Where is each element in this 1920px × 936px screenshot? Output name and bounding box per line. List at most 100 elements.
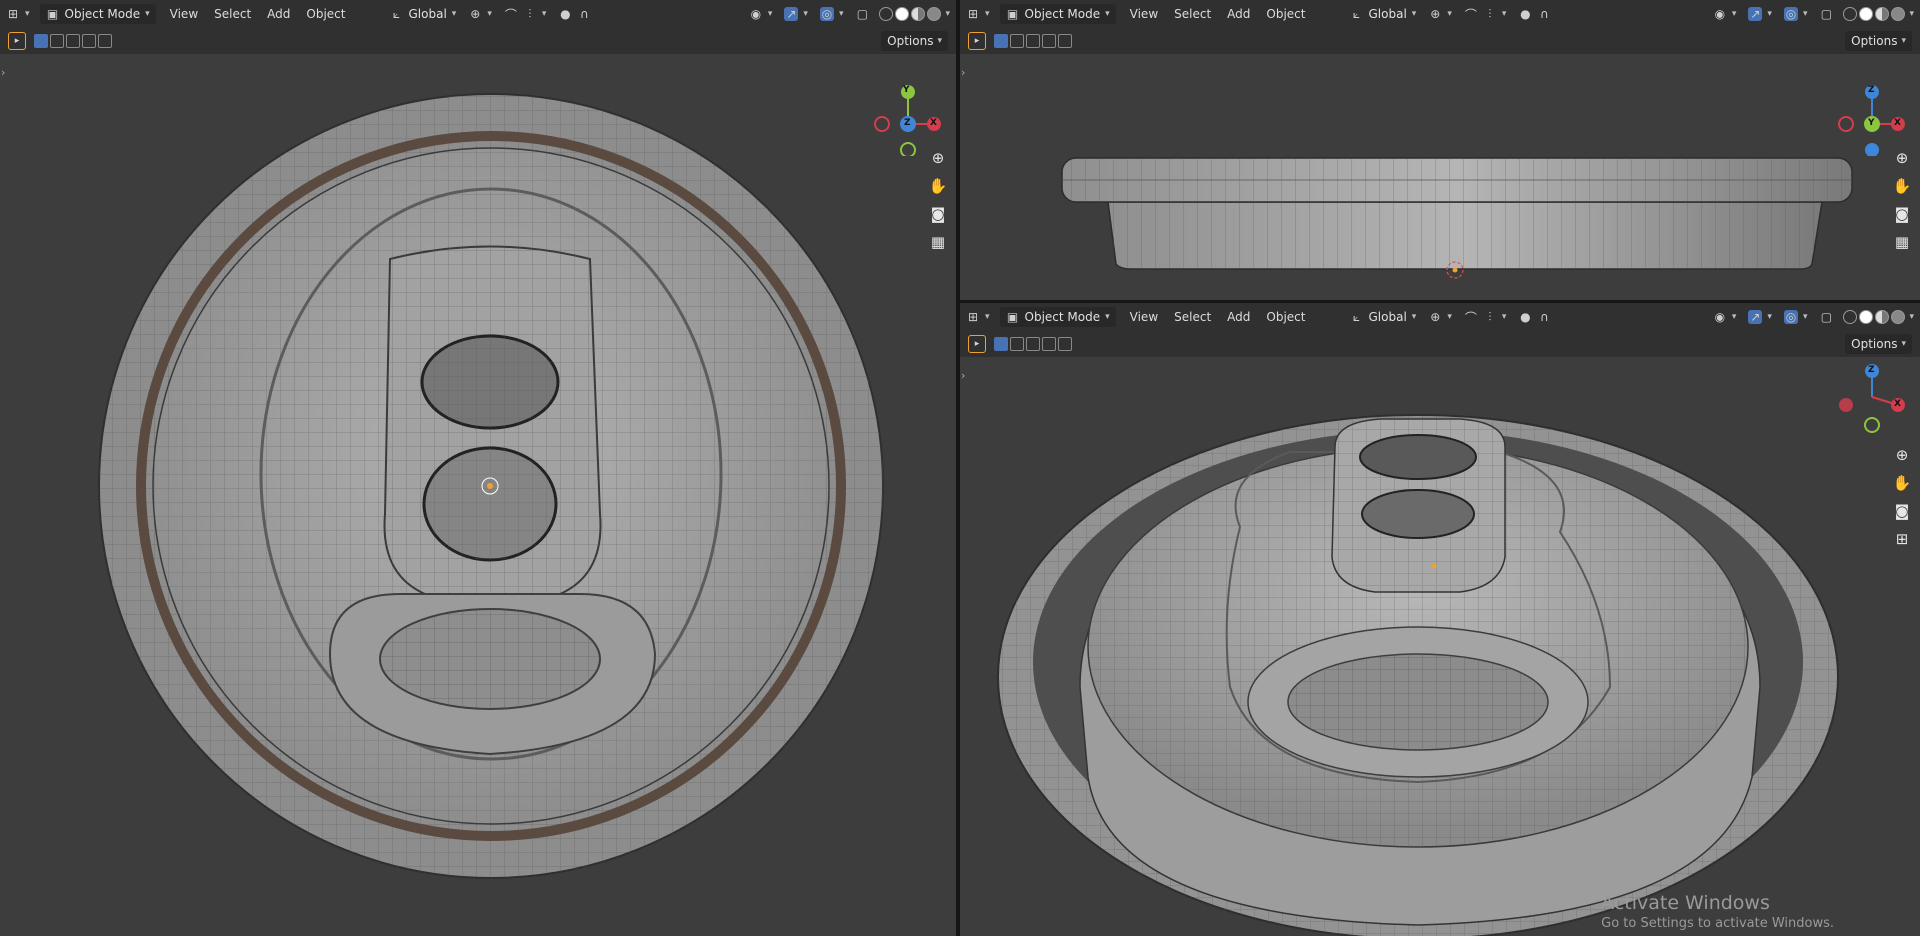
visibility-button[interactable]: ◉ ▾ bbox=[1707, 307, 1743, 327]
snap-button[interactable]: ⌒ ⫶ ▾ bbox=[498, 4, 553, 24]
zoom-icon[interactable]: ⊕ bbox=[926, 146, 950, 170]
perspective-icon[interactable]: ⊞ bbox=[1890, 527, 1914, 551]
select-difference-icon[interactable] bbox=[1042, 337, 1056, 351]
select-extend-icon[interactable] bbox=[1010, 34, 1024, 48]
shading-solid-icon[interactable] bbox=[1859, 310, 1874, 324]
menu-add[interactable]: Add bbox=[1219, 310, 1258, 324]
xray-toggle[interactable]: ▢ bbox=[849, 4, 875, 24]
pivot-button[interactable]: ⊕ ▾ bbox=[1422, 4, 1458, 24]
pan-hand-icon[interactable]: ✋ bbox=[926, 174, 950, 198]
shading-solid-icon[interactable] bbox=[895, 7, 910, 21]
chevron-down-icon[interactable]: ▾ bbox=[945, 9, 950, 19]
xray-toggle[interactable]: ▢ bbox=[1813, 4, 1839, 24]
snap-button[interactable]: ⌒ ⫶ ▾ bbox=[1458, 307, 1513, 327]
menu-view[interactable]: View bbox=[162, 7, 206, 21]
select-intersect-icon[interactable] bbox=[1058, 34, 1072, 48]
camera-icon[interactable]: ◙ bbox=[1890, 202, 1914, 226]
proportional-edit-button[interactable]: ● ∩ bbox=[552, 4, 597, 24]
zoom-icon[interactable]: ⊕ bbox=[1890, 443, 1914, 467]
shading-material-icon[interactable] bbox=[1875, 7, 1890, 21]
overlay-toggle[interactable]: ◎ ▾ bbox=[1778, 4, 1814, 24]
options-dropdown[interactable]: Options ▾ bbox=[1845, 334, 1912, 354]
mode-dropdown[interactable]: ▣ Object Mode ▾ bbox=[999, 4, 1116, 24]
select-intersect-icon[interactable] bbox=[98, 34, 112, 48]
orientation-dropdown[interactable]: ⟀ Global ▾ bbox=[1344, 307, 1423, 327]
viewport-front[interactable]: ⊞ ▾ ▣ Object Mode ▾ View Select Add Objec… bbox=[960, 0, 1920, 300]
visibility-button[interactable]: ◉ ▾ bbox=[743, 4, 779, 24]
snap-button[interactable]: ⌒ ⫶ ▾ bbox=[1458, 4, 1513, 24]
proportional-edit-button[interactable]: ● ∩ bbox=[1512, 4, 1557, 24]
gizmo-toggle[interactable]: ↗ ▾ bbox=[778, 4, 814, 24]
grid-icon[interactable]: ▦ bbox=[1890, 230, 1914, 254]
menu-select[interactable]: Select bbox=[1166, 7, 1219, 21]
select-extend-icon[interactable] bbox=[50, 34, 64, 48]
options-dropdown[interactable]: Options ▾ bbox=[881, 31, 948, 51]
axis-gizmo[interactable]: Z X Y bbox=[1832, 76, 1912, 157]
pan-hand-icon[interactable]: ✋ bbox=[1890, 471, 1914, 495]
shading-wire-icon[interactable] bbox=[1843, 7, 1858, 21]
chevron-down-icon[interactable]: ▾ bbox=[1909, 9, 1914, 19]
menu-select[interactable]: Select bbox=[206, 7, 259, 21]
shading-rendered-icon[interactable] bbox=[927, 7, 942, 21]
overlay-toggle[interactable]: ◎ ▾ bbox=[814, 4, 850, 24]
menu-object[interactable]: Object bbox=[1258, 7, 1313, 21]
overlay-toggle[interactable]: ◎ ▾ bbox=[1778, 307, 1814, 327]
select-subtract-icon[interactable] bbox=[66, 34, 80, 48]
viewport-header: ⊞ ▾ ▣ Object Mode ▾ View Select Add Objec… bbox=[960, 0, 1920, 28]
shading-wire-icon[interactable] bbox=[879, 7, 894, 21]
gizmo-toggle[interactable]: ↗ ▾ bbox=[1742, 307, 1778, 327]
chevron-down-icon[interactable]: ▾ bbox=[1909, 312, 1914, 322]
menu-select[interactable]: Select bbox=[1166, 310, 1219, 324]
viewport-top[interactable]: ⊞ ▾ ▣ Object Mode ▾ View Select Add Objec… bbox=[0, 0, 956, 936]
menu-add[interactable]: Add bbox=[1219, 7, 1258, 21]
mode-dropdown[interactable]: ▣ Object Mode ▾ bbox=[39, 4, 156, 24]
editor-type-button[interactable]: ⊞ ▾ bbox=[960, 307, 996, 327]
orientation-dropdown[interactable]: ⟀ Global ▾ bbox=[384, 4, 463, 24]
select-tool-icon[interactable]: ▸ bbox=[968, 335, 986, 353]
camera-icon[interactable]: ◙ bbox=[926, 202, 950, 226]
pan-hand-icon[interactable]: ✋ bbox=[1890, 174, 1914, 198]
viewport-canvas[interactable]: › bbox=[0, 54, 956, 936]
editor-type-button[interactable]: ⊞ ▾ bbox=[960, 4, 996, 24]
options-dropdown[interactable]: Options ▾ bbox=[1845, 31, 1912, 51]
select-new-icon[interactable] bbox=[994, 34, 1008, 48]
camera-icon[interactable]: ◙ bbox=[1890, 499, 1914, 523]
axis-gizmo[interactable]: Z X bbox=[1832, 357, 1912, 437]
xray-toggle[interactable]: ▢ bbox=[1813, 307, 1839, 327]
viewport-canvas[interactable]: › bbox=[960, 357, 1920, 936]
menu-view[interactable]: View bbox=[1122, 7, 1166, 21]
gizmo-toggle[interactable]: ↗ ▾ bbox=[1742, 4, 1778, 24]
select-tool-icon[interactable]: ▸ bbox=[8, 32, 26, 50]
viewport-perspective[interactable]: ⊞ ▾ ▣ Object Mode ▾ View Select Add Objec… bbox=[960, 303, 1920, 936]
mode-dropdown[interactable]: ▣ Object Mode ▾ bbox=[999, 307, 1116, 327]
visibility-button[interactable]: ◉ ▾ bbox=[1707, 4, 1743, 24]
shading-material-icon[interactable] bbox=[911, 7, 926, 21]
select-difference-icon[interactable] bbox=[1042, 34, 1056, 48]
shading-rendered-icon[interactable] bbox=[1891, 310, 1906, 324]
proportional-edit-button[interactable]: ● ∩ bbox=[1512, 307, 1557, 327]
pivot-button[interactable]: ⊕ ▾ bbox=[462, 4, 498, 24]
axis-gizmo[interactable]: Y X Z bbox=[868, 76, 948, 158]
select-extend-icon[interactable] bbox=[1010, 337, 1024, 351]
viewport-canvas[interactable]: › bbox=[960, 54, 1920, 300]
select-difference-icon[interactable] bbox=[82, 34, 96, 48]
menu-add[interactable]: Add bbox=[259, 7, 298, 21]
menu-object[interactable]: Object bbox=[298, 7, 353, 21]
shading-material-icon[interactable] bbox=[1875, 310, 1890, 324]
zoom-icon[interactable]: ⊕ bbox=[1890, 146, 1914, 170]
grid-icon[interactable]: ▦ bbox=[926, 230, 950, 254]
shading-solid-icon[interactable] bbox=[1859, 7, 1874, 21]
shading-wire-icon[interactable] bbox=[1843, 310, 1858, 324]
menu-object[interactable]: Object bbox=[1258, 310, 1313, 324]
select-subtract-icon[interactable] bbox=[1026, 34, 1040, 48]
orientation-dropdown[interactable]: ⟀ Global ▾ bbox=[1344, 4, 1423, 24]
shading-rendered-icon[interactable] bbox=[1891, 7, 1906, 21]
select-new-icon[interactable] bbox=[994, 337, 1008, 351]
select-tool-icon[interactable]: ▸ bbox=[968, 32, 986, 50]
select-subtract-icon[interactable] bbox=[1026, 337, 1040, 351]
pivot-button[interactable]: ⊕ ▾ bbox=[1422, 307, 1458, 327]
select-new-icon[interactable] bbox=[34, 34, 48, 48]
menu-view[interactable]: View bbox=[1122, 310, 1166, 324]
editor-type-button[interactable]: ⊞ ▾ bbox=[0, 4, 36, 24]
select-intersect-icon[interactable] bbox=[1058, 337, 1072, 351]
